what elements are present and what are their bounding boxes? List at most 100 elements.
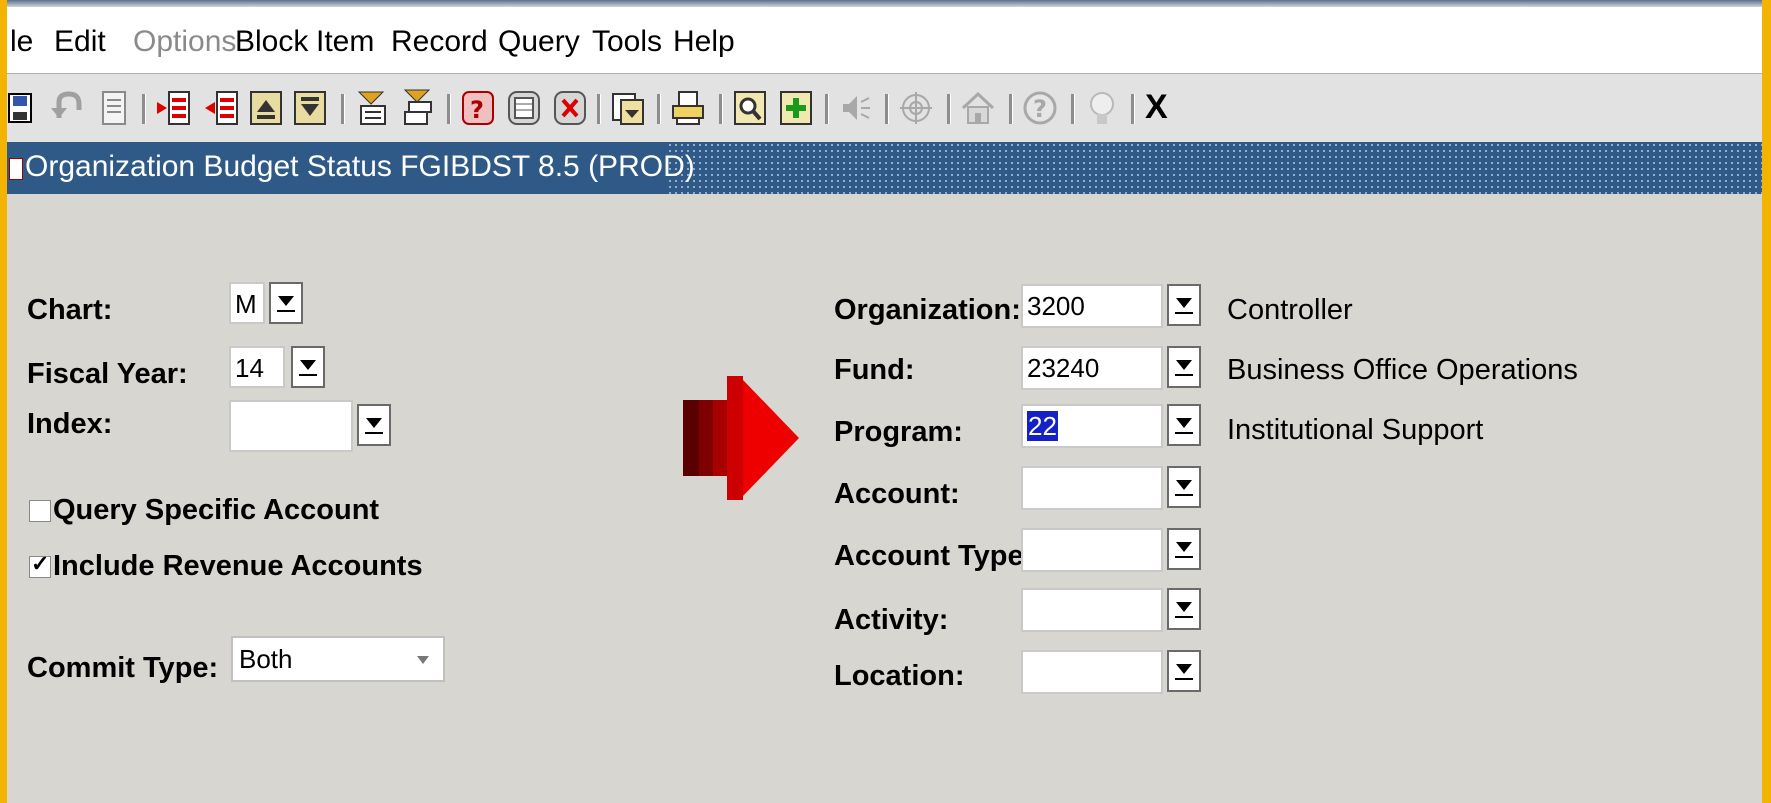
commit-type-label: Commit Type: bbox=[27, 652, 219, 684]
dropdown-arrow-icon bbox=[278, 296, 294, 306]
account-label: Account: bbox=[834, 478, 960, 510]
enter-query-icon[interactable] bbox=[353, 88, 391, 128]
rollback-icon[interactable] bbox=[49, 88, 87, 128]
dropdown-arrow-icon bbox=[1176, 480, 1192, 490]
program-dropdown-button[interactable] bbox=[1167, 404, 1201, 446]
chevron-down-icon bbox=[417, 656, 429, 664]
svg-text:?: ? bbox=[470, 96, 484, 124]
menu-help[interactable]: Help bbox=[673, 25, 735, 59]
fiscal-year-label: Fiscal Year: bbox=[27, 358, 188, 390]
program-label: Program: bbox=[834, 416, 963, 448]
save-icon[interactable] bbox=[7, 88, 45, 128]
menu-file[interactable]: le bbox=[10, 25, 33, 59]
toolbar-separator bbox=[947, 94, 951, 124]
account-type-label: Account Type: bbox=[834, 540, 1034, 572]
fund-label: Fund: bbox=[834, 354, 915, 386]
program-description: Institutional Support bbox=[1227, 414, 1484, 446]
insert-record-icon[interactable] bbox=[155, 88, 193, 128]
checkmark-icon: ✓ bbox=[31, 551, 50, 576]
query-specific-label: Query Specific Account bbox=[53, 494, 380, 526]
remove-record-icon[interactable] bbox=[203, 88, 241, 128]
toolbar-separator bbox=[142, 94, 146, 124]
dropdown-arrow-icon bbox=[1176, 542, 1192, 552]
organization-description: Controller bbox=[1227, 294, 1353, 326]
include-revenue-label: Include Revenue Accounts bbox=[53, 550, 423, 582]
menu-edit[interactable]: Edit bbox=[54, 25, 106, 59]
exit-button[interactable]: X bbox=[1145, 88, 1168, 127]
form-canvas: Chart: M Fiscal Year: 14 Index: Query Sp… bbox=[7, 194, 1762, 803]
toolbar-separator bbox=[825, 94, 829, 124]
index-field[interactable] bbox=[229, 400, 353, 452]
toolbar-separator bbox=[885, 94, 889, 124]
chart-field[interactable]: M bbox=[229, 282, 265, 324]
activity-field[interactable] bbox=[1021, 588, 1163, 632]
menu-block[interactable]: Block bbox=[235, 25, 308, 59]
fiscal-year-dropdown-button[interactable] bbox=[291, 346, 325, 388]
dropdown-arrow-icon bbox=[300, 360, 316, 370]
menu-tools[interactable]: Tools bbox=[592, 25, 662, 59]
program-field[interactable]: 22 bbox=[1021, 404, 1163, 448]
dropdown-arrow-icon bbox=[1176, 602, 1192, 612]
dropdown-arrow-icon bbox=[1176, 298, 1192, 308]
fiscal-year-field[interactable]: 14 bbox=[229, 346, 285, 388]
account-type-dropdown-button[interactable] bbox=[1167, 528, 1201, 570]
toolbar-separator bbox=[1071, 94, 1075, 124]
search-icon[interactable] bbox=[731, 88, 769, 128]
program-selected-text: 22 bbox=[1027, 411, 1058, 441]
lightbulb-icon[interactable] bbox=[1083, 88, 1121, 128]
previous-block-icon[interactable] bbox=[247, 88, 285, 128]
form-title: Organization Budget Status FGIBDST 8.5 (… bbox=[25, 150, 695, 183]
toolbar-separator bbox=[341, 94, 345, 124]
dropdown-arrow-icon bbox=[1176, 360, 1192, 370]
account-type-field[interactable] bbox=[1021, 528, 1163, 572]
next-block-icon[interactable] bbox=[291, 88, 329, 128]
fund-dropdown-button[interactable] bbox=[1167, 346, 1201, 388]
index-dropdown-button[interactable] bbox=[357, 404, 391, 446]
location-field[interactable] bbox=[1021, 650, 1163, 694]
toolbar-separator bbox=[447, 94, 451, 124]
commit-type-select[interactable]: Both bbox=[231, 636, 445, 682]
window-top-edge bbox=[7, 0, 1762, 7]
cancel-query-icon[interactable] bbox=[551, 88, 589, 128]
activity-label: Activity: bbox=[834, 604, 949, 636]
chart-dropdown-button[interactable] bbox=[269, 282, 303, 324]
dropdown-arrow-icon bbox=[1176, 664, 1192, 674]
organization-dropdown-button[interactable] bbox=[1167, 284, 1201, 326]
location-dropdown-button[interactable] bbox=[1167, 650, 1201, 692]
help-icon[interactable]: ? bbox=[459, 88, 497, 128]
target-icon[interactable] bbox=[897, 88, 935, 128]
options-icon[interactable] bbox=[609, 88, 647, 128]
index-label: Index: bbox=[27, 408, 113, 440]
account-dropdown-button[interactable] bbox=[1167, 466, 1201, 508]
app-frame: le Edit Options Block Item Record Query … bbox=[0, 0, 1771, 803]
menu-bar: le Edit Options Block Item Record Query … bbox=[7, 7, 1762, 73]
toolbar-separator bbox=[719, 94, 723, 124]
question-icon[interactable]: ? bbox=[1021, 88, 1059, 128]
right-accent-bar bbox=[1762, 0, 1771, 803]
query-specific-checkbox[interactable] bbox=[29, 500, 51, 522]
toolbar-separator bbox=[657, 94, 661, 124]
menu-query[interactable]: Query bbox=[498, 25, 580, 59]
execute-query-icon[interactable] bbox=[399, 88, 437, 128]
home-icon[interactable] bbox=[959, 88, 997, 128]
menu-item[interactable]: Item bbox=[316, 25, 374, 59]
activity-dropdown-button[interactable] bbox=[1167, 588, 1201, 630]
location-label: Location: bbox=[834, 660, 965, 692]
add-icon[interactable] bbox=[777, 88, 815, 128]
toolbar-separator bbox=[597, 94, 601, 124]
toolbar: ? ? X bbox=[7, 73, 1762, 143]
print-icon[interactable] bbox=[669, 88, 707, 128]
include-revenue-checkbox[interactable]: ✓ bbox=[29, 551, 51, 578]
form-window-icon bbox=[9, 158, 23, 180]
svg-text:?: ? bbox=[1033, 95, 1047, 123]
account-field[interactable] bbox=[1021, 466, 1163, 510]
count-query-icon[interactable] bbox=[505, 88, 543, 128]
print-form-icon[interactable] bbox=[95, 88, 133, 128]
fund-description: Business Office Operations bbox=[1227, 354, 1578, 386]
dropdown-arrow-icon bbox=[1176, 418, 1192, 428]
menu-record[interactable]: Record bbox=[391, 25, 488, 59]
organization-field[interactable]: 3200 bbox=[1021, 284, 1163, 328]
fund-field[interactable]: 23240 bbox=[1021, 346, 1163, 390]
speaker-icon[interactable] bbox=[837, 88, 875, 128]
toolbar-separator bbox=[1131, 94, 1135, 124]
